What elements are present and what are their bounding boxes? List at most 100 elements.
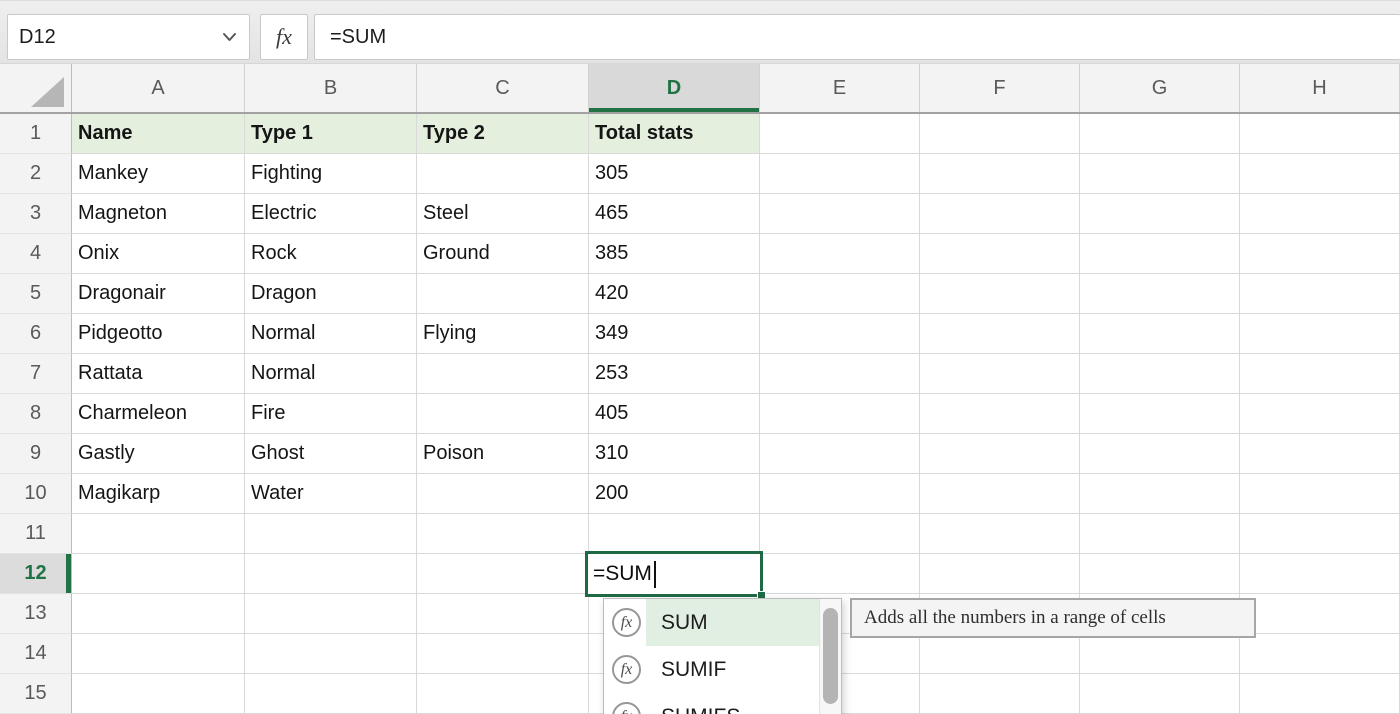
cell-A10[interactable]: Magikarp — [72, 474, 245, 514]
cell-G2[interactable] — [1080, 154, 1240, 194]
cell-D6[interactable]: 349 — [589, 314, 760, 354]
cell-D9[interactable]: 310 — [589, 434, 760, 474]
cell-D2[interactable]: 305 — [589, 154, 760, 194]
cell-A12[interactable] — [72, 554, 245, 594]
cell-F2[interactable] — [920, 154, 1080, 194]
cell-E2[interactable] — [760, 154, 920, 194]
cell-E10[interactable] — [760, 474, 920, 514]
cell-F15[interactable] — [920, 674, 1080, 714]
column-header-G[interactable]: G — [1080, 64, 1240, 112]
column-header-B[interactable]: B — [245, 64, 417, 112]
cell-A5[interactable]: Dragonair — [72, 274, 245, 314]
cell-H13[interactable] — [1240, 594, 1400, 634]
cell-F4[interactable] — [920, 234, 1080, 274]
cell-F11[interactable] — [920, 514, 1080, 554]
cell-A3[interactable]: Magneton — [72, 194, 245, 234]
cell-A13[interactable] — [72, 594, 245, 634]
cell-F10[interactable] — [920, 474, 1080, 514]
cell-G12[interactable] — [1080, 554, 1240, 594]
cell-G9[interactable] — [1080, 434, 1240, 474]
name-box[interactable]: D12 — [7, 14, 250, 60]
chevron-down-icon[interactable] — [222, 32, 237, 42]
cell-H4[interactable] — [1240, 234, 1400, 274]
column-header-C[interactable]: C — [417, 64, 589, 112]
cell-F9[interactable] — [920, 434, 1080, 474]
cell-B11[interactable] — [245, 514, 417, 554]
row-header-3[interactable]: 3 — [0, 194, 72, 234]
cell-B1[interactable]: Type 1 — [245, 114, 417, 154]
cell-F7[interactable] — [920, 354, 1080, 394]
cell-A14[interactable] — [72, 634, 245, 674]
cell-C10[interactable] — [417, 474, 589, 514]
dropdown-scrollbar[interactable] — [819, 599, 841, 714]
cell-B12[interactable] — [245, 554, 417, 594]
row-header-7[interactable]: 7 — [0, 354, 72, 394]
active-cell-D12[interactable]: =SUM — [585, 551, 763, 597]
cell-E7[interactable] — [760, 354, 920, 394]
cell-C11[interactable] — [417, 514, 589, 554]
cell-A8[interactable]: Charmeleon — [72, 394, 245, 434]
cell-A11[interactable] — [72, 514, 245, 554]
cell-C5[interactable] — [417, 274, 589, 314]
cell-H15[interactable] — [1240, 674, 1400, 714]
cell-B2[interactable]: Fighting — [245, 154, 417, 194]
cell-E3[interactable] — [760, 194, 920, 234]
column-header-D[interactable]: D — [589, 64, 760, 112]
cell-G14[interactable] — [1080, 634, 1240, 674]
cell-C12[interactable] — [417, 554, 589, 594]
cell-C4[interactable]: Ground — [417, 234, 589, 274]
row-header-2[interactable]: 2 — [0, 154, 72, 194]
cell-D5[interactable]: 420 — [589, 274, 760, 314]
cell-C9[interactable]: Poison — [417, 434, 589, 474]
row-header-10[interactable]: 10 — [0, 474, 72, 514]
cell-D1[interactable]: Total stats — [589, 114, 760, 154]
cell-B7[interactable]: Normal — [245, 354, 417, 394]
cell-E6[interactable] — [760, 314, 920, 354]
cell-G15[interactable] — [1080, 674, 1240, 714]
cell-B4[interactable]: Rock — [245, 234, 417, 274]
insert-function-button[interactable]: fx — [260, 14, 308, 60]
cell-H8[interactable] — [1240, 394, 1400, 434]
row-header-14[interactable]: 14 — [0, 634, 72, 674]
cell-F5[interactable] — [920, 274, 1080, 314]
cell-B10[interactable]: Water — [245, 474, 417, 514]
cell-C15[interactable] — [417, 674, 589, 714]
cell-E12[interactable] — [760, 554, 920, 594]
row-header-11[interactable]: 11 — [0, 514, 72, 554]
cell-C3[interactable]: Steel — [417, 194, 589, 234]
cell-D8[interactable]: 405 — [589, 394, 760, 434]
cell-G4[interactable] — [1080, 234, 1240, 274]
column-header-F[interactable]: F — [920, 64, 1080, 112]
cell-C7[interactable] — [417, 354, 589, 394]
cell-C8[interactable] — [417, 394, 589, 434]
cell-H5[interactable] — [1240, 274, 1400, 314]
row-header-6[interactable]: 6 — [0, 314, 72, 354]
cell-A6[interactable]: Pidgeotto — [72, 314, 245, 354]
cell-F8[interactable] — [920, 394, 1080, 434]
cell-B6[interactable]: Normal — [245, 314, 417, 354]
cell-B8[interactable]: Fire — [245, 394, 417, 434]
cell-H1[interactable] — [1240, 114, 1400, 154]
cell-H11[interactable] — [1240, 514, 1400, 554]
cell-B5[interactable]: Dragon — [245, 274, 417, 314]
cell-H10[interactable] — [1240, 474, 1400, 514]
cell-C6[interactable]: Flying — [417, 314, 589, 354]
cell-D3[interactable]: 465 — [589, 194, 760, 234]
cell-E5[interactable] — [760, 274, 920, 314]
cell-A15[interactable] — [72, 674, 245, 714]
cell-E9[interactable] — [760, 434, 920, 474]
cell-G6[interactable] — [1080, 314, 1240, 354]
column-header-H[interactable]: H — [1240, 64, 1400, 112]
cell-A2[interactable]: Mankey — [72, 154, 245, 194]
row-header-4[interactable]: 4 — [0, 234, 72, 274]
cell-H7[interactable] — [1240, 354, 1400, 394]
cell-F3[interactable] — [920, 194, 1080, 234]
cell-F6[interactable] — [920, 314, 1080, 354]
cell-B3[interactable]: Electric — [245, 194, 417, 234]
cell-F12[interactable] — [920, 554, 1080, 594]
column-header-E[interactable]: E — [760, 64, 920, 112]
cell-H9[interactable] — [1240, 434, 1400, 474]
cell-F14[interactable] — [920, 634, 1080, 674]
row-header-1[interactable]: 1 — [0, 114, 72, 154]
cell-G7[interactable] — [1080, 354, 1240, 394]
